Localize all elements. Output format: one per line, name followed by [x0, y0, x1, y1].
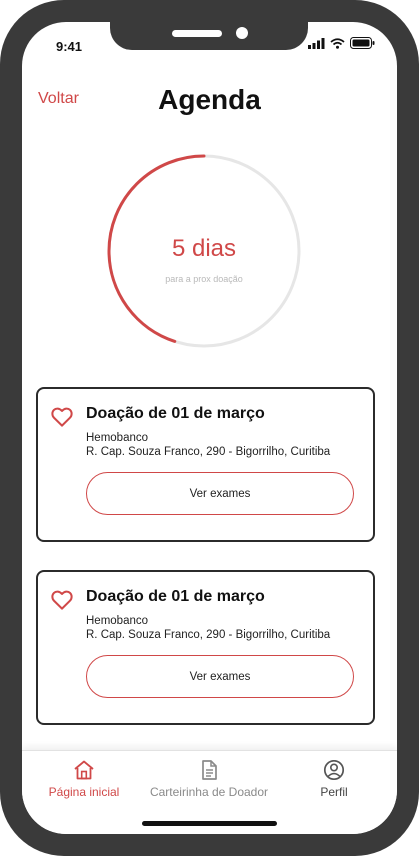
battery-icon [350, 37, 375, 49]
signal-icon [308, 37, 325, 49]
view-exams-button[interactable]: Ver exames [86, 472, 354, 515]
heart-icon [51, 407, 73, 427]
status-time: 9:41 [56, 39, 83, 54]
heart-icon [51, 590, 73, 610]
app-screen: 9:41 Voltar Agenda 5 dias para a prox do… [22, 22, 397, 834]
camera-icon [236, 27, 248, 39]
days-remaining: 5 dias [171, 235, 237, 262]
donation-card: Doação de 01 de março Hemobanco R. Cap. … [36, 387, 375, 542]
nav-item-profile[interactable]: Perfil [304, 759, 364, 799]
days-caption: para a prox doação [165, 274, 243, 284]
donation-card: Doação de 01 de março Hemobanco R. Cap. … [36, 570, 375, 725]
view-exams-button[interactable]: Ver exames [86, 655, 354, 698]
nav-item-donor-card[interactable]: Carteirinha de Doador [142, 759, 276, 799]
donation-title: Doação de 01 de março [86, 588, 265, 605]
phone-frame: 9:41 Voltar Agenda 5 dias para a prox do… [0, 0, 419, 856]
device-notch [110, 22, 308, 50]
donation-title: Doação de 01 de março [86, 405, 265, 422]
nav-label-donor-card: Carteirinha de Doador [149, 785, 269, 799]
donation-place: Hemobanco [86, 432, 149, 444]
page-title: Agenda [158, 84, 261, 115]
donation-address: R. Cap. Souza Franco, 290 - Bigorrilho, … [86, 629, 331, 641]
wifi-icon [330, 37, 345, 49]
user-icon [323, 759, 345, 781]
nav-label-home: Página inicial [48, 785, 120, 799]
donation-address: R. Cap. Souza Franco, 290 - Bigorrilho, … [86, 446, 331, 458]
nav-item-home[interactable]: Página inicial [44, 759, 124, 799]
countdown-ring: 5 dias para a prox doação [106, 153, 302, 349]
donation-place: Hemobanco [86, 615, 149, 627]
status-icons [308, 37, 375, 49]
speaker-icon [172, 30, 222, 37]
home-indicator [142, 821, 277, 826]
document-icon [202, 760, 217, 780]
nav-label-profile: Perfil [320, 785, 348, 799]
home-icon [74, 760, 94, 780]
